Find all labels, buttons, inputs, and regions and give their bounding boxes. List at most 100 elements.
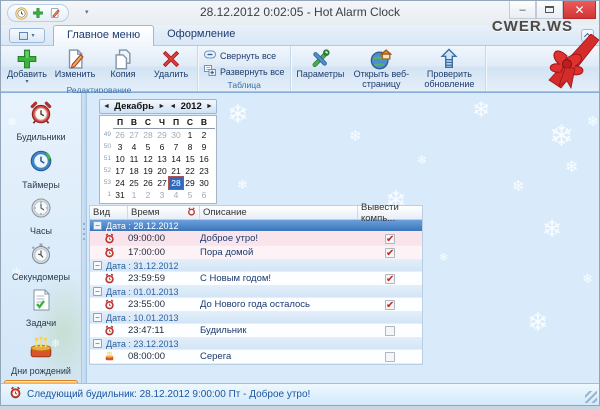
calendar-day[interactable]: 29 (155, 129, 169, 141)
table-row[interactable]: 08:00:00Серега (90, 350, 422, 364)
calendar-day[interactable]: 13 (155, 153, 169, 165)
sidebar-item-clocks[interactable]: Часы (4, 194, 78, 239)
table-group-row[interactable]: −Дата : 01.01.2013 (90, 286, 422, 298)
wake-computer-checkbox[interactable] (385, 326, 395, 336)
calendar-day[interactable]: 6 (155, 141, 169, 153)
add-button[interactable]: Добавить ▾ (3, 47, 51, 85)
next-month-arrow[interactable]: ► (158, 103, 165, 110)
collapse-box-icon[interactable]: − (93, 261, 102, 270)
calendar-day[interactable]: 19 (141, 165, 155, 177)
calendar-day[interactable]: 12 (141, 153, 155, 165)
sidebar-item-birthdays[interactable]: Дни рождений (4, 332, 78, 379)
collapse-box-icon[interactable]: − (93, 287, 102, 296)
calendar-day[interactable]: 27 (155, 177, 169, 189)
table-group-row[interactable]: −Дата : 10.01.2013 (90, 312, 422, 324)
calendar-day-selected[interactable]: 28 (169, 177, 183, 189)
delete-button[interactable]: Удалить (147, 47, 195, 81)
calendar-day[interactable]: 2 (197, 129, 211, 141)
calendar-day[interactable]: 11 (127, 153, 141, 165)
calendar-day[interactable]: 4 (127, 141, 141, 153)
calendar-day[interactable]: 14 (169, 153, 183, 165)
snowflake-icon: ❄ (549, 119, 574, 154)
wake-computer-checkbox[interactable]: ✔ (385, 300, 395, 310)
calendar-day[interactable]: 20 (155, 165, 169, 177)
calendar-day[interactable]: 9 (197, 141, 211, 153)
wake-computer-checkbox[interactable] (385, 352, 395, 362)
calendar-day[interactable]: 28 (141, 129, 155, 141)
ribbon-collapse-button[interactable] (581, 29, 594, 42)
column-time[interactable]: Время (128, 206, 200, 219)
prev-year-arrow[interactable]: ◄ (169, 103, 176, 110)
column-wake-computer[interactable]: Вывести компь... (358, 206, 422, 219)
column-view[interactable]: Вид (90, 206, 128, 219)
calendar-day[interactable]: 26 (113, 129, 127, 141)
expand-all-button[interactable]: Развернуть все (204, 65, 284, 78)
calendar-day[interactable]: 3 (113, 141, 127, 153)
calendar-day[interactable]: 23 (197, 165, 211, 177)
edit-button[interactable]: Изменить (51, 47, 99, 81)
alarm-clock-icon (90, 299, 128, 310)
collapse-box-icon[interactable]: − (93, 313, 102, 322)
tab-main-menu[interactable]: Главное меню (53, 25, 154, 46)
wake-computer-checkbox[interactable]: ✔ (385, 234, 395, 244)
check-update-button[interactable]: Проверить обновление (415, 47, 483, 91)
maximize-button[interactable] (536, 1, 563, 19)
tab-appearance[interactable]: Оформление (154, 25, 248, 46)
calendar-day[interactable]: 31 (113, 189, 127, 201)
calendar-day[interactable]: 30 (197, 177, 211, 189)
close-button[interactable]: ✕ (563, 1, 596, 19)
app-menu-button[interactable]: ▾ (9, 28, 45, 43)
snowflake-icon: ❄ (565, 157, 578, 177)
table-group-row[interactable]: −Дата : 31.12.2012 (90, 260, 422, 272)
next-year-arrow[interactable]: ► (206, 103, 213, 110)
calendar-day[interactable]: 18 (127, 165, 141, 177)
calendar-day[interactable]: 3 (155, 189, 169, 201)
collapse-all-button[interactable]: Свернуть все (204, 49, 276, 62)
settings-button[interactable]: Параметры (293, 47, 347, 81)
sidebar-item-calendar[interactable]: 7 Календарь (4, 380, 78, 383)
add-plus-icon (16, 48, 38, 70)
calendar-day[interactable]: 30 (169, 129, 183, 141)
calendar-day[interactable]: 27 (127, 129, 141, 141)
calendar-day[interactable]: 5 (183, 189, 197, 201)
calendar-day[interactable]: 17 (113, 165, 127, 177)
resize-grip[interactable] (585, 391, 597, 403)
calendar-day[interactable]: 16 (197, 153, 211, 165)
ribbon-tab-row: ▾ Главное меню Оформление CWER.WS (1, 25, 599, 46)
table-row[interactable]: 23:55:00До Нового года осталось✔ (90, 298, 422, 312)
prev-month-arrow[interactable]: ◄ (103, 103, 110, 110)
sidebar-item-stopwatches[interactable]: Секундомеры (4, 240, 78, 285)
wake-computer-checkbox[interactable]: ✔ (385, 274, 395, 284)
calendar-day[interactable]: 2 (141, 189, 155, 201)
calendar-day[interactable]: 1 (127, 189, 141, 201)
calendar-day[interactable]: 8 (183, 141, 197, 153)
open-webpage-button[interactable]: Открыть веб-страницу (347, 47, 415, 91)
column-description[interactable]: Описание (200, 206, 358, 219)
calendar-day[interactable]: 7 (169, 141, 183, 153)
sidebar-item-alarms[interactable]: Будильники (4, 98, 78, 145)
calendar-day[interactable]: 6 (197, 189, 211, 201)
minimize-button[interactable]: – (509, 1, 536, 19)
table-row[interactable]: 09:00:00Доброе утро!✔ (90, 232, 422, 246)
calendar-day[interactable]: 26 (141, 177, 155, 189)
calendar-day[interactable]: 29 (183, 177, 197, 189)
calendar-day[interactable]: 22 (183, 165, 197, 177)
calendar-day[interactable]: 24 (113, 177, 127, 189)
calendar-day[interactable]: 5 (141, 141, 155, 153)
wake-computer-checkbox[interactable]: ✔ (385, 248, 395, 258)
table-row[interactable]: 23:47:11Будильник (90, 324, 422, 338)
calendar-day[interactable]: 25 (127, 177, 141, 189)
copy-button[interactable]: Копия (99, 47, 147, 81)
calendar-day[interactable]: 4 (169, 189, 183, 201)
calendar-day[interactable]: 10 (113, 153, 127, 165)
calendar-day[interactable]: 1 (183, 129, 197, 141)
collapse-box-icon[interactable]: − (93, 221, 102, 230)
table-row[interactable]: 17:00:00Пора домой✔ (90, 246, 422, 260)
collapse-box-icon[interactable]: − (93, 339, 102, 348)
sidebar-item-timers[interactable]: Таймеры (4, 146, 78, 193)
calendar-day[interactable]: 21 (169, 165, 183, 177)
sidebar-item-tasks[interactable]: Задачи (4, 286, 78, 331)
calendar-day[interactable]: 15 (183, 153, 197, 165)
table-row[interactable]: 23:59:59С Новым годом!✔ (90, 272, 422, 286)
table-group-row[interactable]: −Дата : 23.12.2013 (90, 338, 422, 350)
